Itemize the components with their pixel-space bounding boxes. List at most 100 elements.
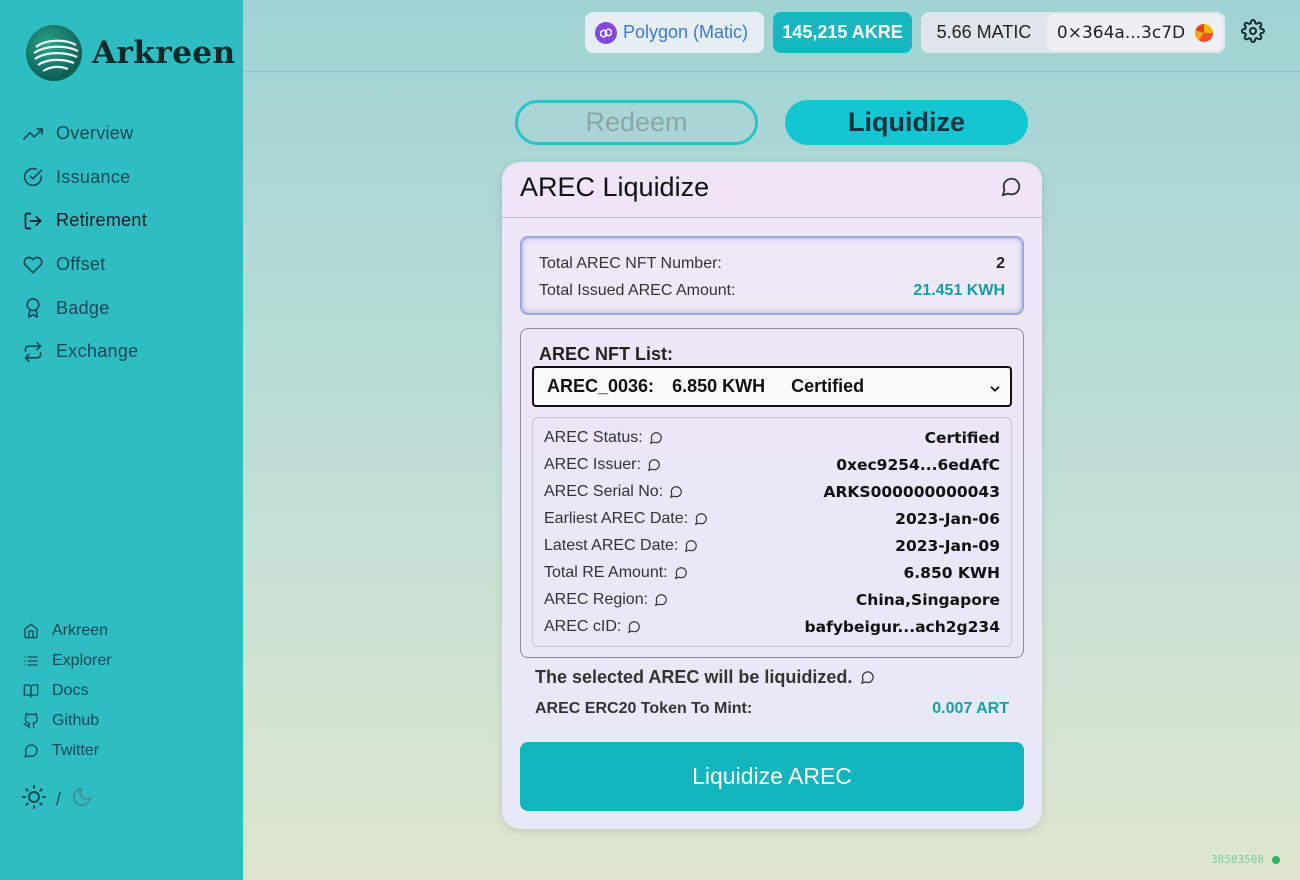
detail-key: AREC Region: <box>544 591 668 609</box>
detail-key: AREC cID: <box>544 618 641 636</box>
detail-label: AREC Issuer: <box>544 455 641 473</box>
brand-logo[interactable]: Arkreen <box>26 25 236 81</box>
detail-label: AREC cID: <box>544 617 622 635</box>
wallet-button[interactable]: 5.66 MATIC 0×364a...3c7D <box>921 12 1225 53</box>
top-header: Polygon (Matic) 145,215 AKRE 5.66 MATIC … <box>243 0 1300 72</box>
detail-value: 6.850 KWH <box>903 563 1000 582</box>
sun-icon[interactable] <box>22 785 46 814</box>
settings-button[interactable] <box>1241 19 1267 45</box>
tab-liquidize[interactable]: Liquidize <box>785 100 1028 145</box>
summary-value: 21.451 KWH <box>913 281 1005 299</box>
gear-icon <box>1241 19 1265 47</box>
link-label: Arkreen <box>52 622 109 639</box>
repeat-icon <box>22 341 44 363</box>
link-docs[interactable]: Docs <box>22 676 112 706</box>
network-selector[interactable]: Polygon (Matic) <box>585 12 764 53</box>
help-icon[interactable] <box>654 593 668 607</box>
liquidize-notice: The selected AREC will be liquidized. <box>535 667 875 688</box>
link-label: Twitter <box>52 742 100 759</box>
sidebar-item-label: Issuance <box>56 166 131 187</box>
help-icon[interactable] <box>694 512 708 526</box>
theme-switcher: / <box>22 785 93 814</box>
block-number[interactable]: 38503508 <box>1211 853 1280 866</box>
tab-redeem[interactable]: Redeem <box>515 100 758 145</box>
detail-label: AREC Status: <box>544 428 643 446</box>
avatar <box>1195 23 1214 42</box>
help-icon[interactable] <box>627 620 641 634</box>
sidebar-item-label: Badge <box>56 297 110 318</box>
help-icon[interactable] <box>649 431 663 445</box>
link-arkreen[interactable]: Arkreen <box>22 616 112 646</box>
help-icon[interactable] <box>669 485 683 499</box>
link-github[interactable]: Github <box>22 706 112 736</box>
account-address-text: 0×364a...3c7D <box>1056 22 1186 43</box>
help-icon[interactable] <box>647 458 661 472</box>
detail-key: Latest AREC Date: <box>544 537 698 555</box>
detail-row: AREC Serial No: ARKS000000000043 <box>544 478 1000 505</box>
select-status: Certified <box>791 376 865 396</box>
help-icon[interactable] <box>684 539 698 553</box>
select-amount: 6.850 KWH <box>672 376 766 396</box>
help-icon[interactable] <box>1000 176 1022 203</box>
block-number-text: 38503508 <box>1211 853 1264 866</box>
arec-details: AREC Status: Certified AREC Issuer: 0xec… <box>532 417 1012 647</box>
liquidize-card: AREC Liquidize Total AREC NFT Number: 2 … <box>502 162 1042 829</box>
akre-balance[interactable]: 145,215 AKRE <box>773 12 912 53</box>
sidebar-item-label: Offset <box>56 254 106 275</box>
detail-row: Earliest AREC Date: 2023-Jan-06 <box>544 505 1000 532</box>
link-label: Docs <box>52 682 89 699</box>
sidebar-item-retirement[interactable]: Retirement <box>22 199 147 243</box>
sidebar-item-issuance[interactable]: Issuance <box>22 156 147 200</box>
detail-row: Latest AREC Date: 2023-Jan-09 <box>544 532 1000 559</box>
summary-value: 2 <box>996 254 1005 272</box>
detail-row: AREC Region: China,Singapore <box>544 586 1000 613</box>
matic-balance: 5.66 MATIC <box>936 22 1032 42</box>
polygon-icon <box>595 21 617 44</box>
detail-value: ARKS000000000043 <box>823 482 1000 501</box>
sidebar-links: Arkreen Explorer Docs Github Twitter <box>22 616 112 766</box>
detail-label: Total RE Amount: <box>544 563 668 581</box>
sidebar-item-exchange[interactable]: Exchange <box>22 330 147 374</box>
sidebar-item-label: Overview <box>56 123 134 144</box>
heart-icon <box>22 254 44 276</box>
liquidize-arec-button[interactable]: Liquidize AREC <box>520 742 1024 811</box>
theme-separator: / <box>56 789 62 809</box>
help-icon[interactable] <box>860 670 875 685</box>
check-circle-icon <box>22 166 44 188</box>
link-explorer[interactable]: Explorer <box>22 646 112 676</box>
status-dot <box>1272 855 1280 864</box>
help-icon[interactable] <box>674 566 688 580</box>
list-icon <box>22 652 40 670</box>
card-title: AREC Liquidize <box>520 172 710 202</box>
message-circle-icon <box>22 742 40 760</box>
mint-value: 0.007 ART <box>932 700 1009 717</box>
sidebar-item-badge[interactable]: Badge <box>22 286 147 330</box>
detail-value: 2023-Jan-06 <box>895 509 1000 528</box>
notice-text: The selected AREC will be liquidized. <box>535 667 853 687</box>
detail-value: 0xec9254...6edAfC <box>836 455 1000 474</box>
brand-name: Arkreen <box>92 35 236 71</box>
detail-label: AREC Serial No: <box>544 482 664 500</box>
sidebar-item-overview[interactable]: Overview <box>22 112 147 156</box>
home-icon <box>22 622 40 640</box>
account-address[interactable]: 0×364a...3c7D <box>1047 14 1223 51</box>
select-id: AREC_0036: <box>547 376 655 396</box>
sidebar-item-offset[interactable]: Offset <box>22 243 147 287</box>
link-twitter[interactable]: Twitter <box>22 736 112 766</box>
sidebar-item-label: Exchange <box>56 341 139 362</box>
moon-icon[interactable] <box>71 786 93 813</box>
link-label: Github <box>52 712 100 729</box>
arkreen-logo-icon <box>26 25 82 81</box>
summary-label: Total Issued AREC Amount: <box>539 281 736 299</box>
detail-label: Latest AREC Date: <box>544 536 679 554</box>
detail-row: AREC Status: Certified <box>544 424 1000 451</box>
sidebar-nav: Overview Issuance Retirement Offset Badg… <box>22 112 147 374</box>
book-icon <box>22 682 40 700</box>
arec-select[interactable]: AREC_0036: 6.850 KWH Certified <box>532 366 1012 407</box>
detail-key: Total RE Amount: <box>544 564 688 582</box>
github-icon <box>22 712 40 730</box>
detail-key: Earliest AREC Date: <box>544 510 708 528</box>
detail-row: AREC Issuer: 0xec9254...6edAfC <box>544 451 1000 478</box>
detail-value: Certified <box>924 428 1000 447</box>
detail-row: AREC cID: bafybeigur...ach2g234 <box>544 613 1000 640</box>
